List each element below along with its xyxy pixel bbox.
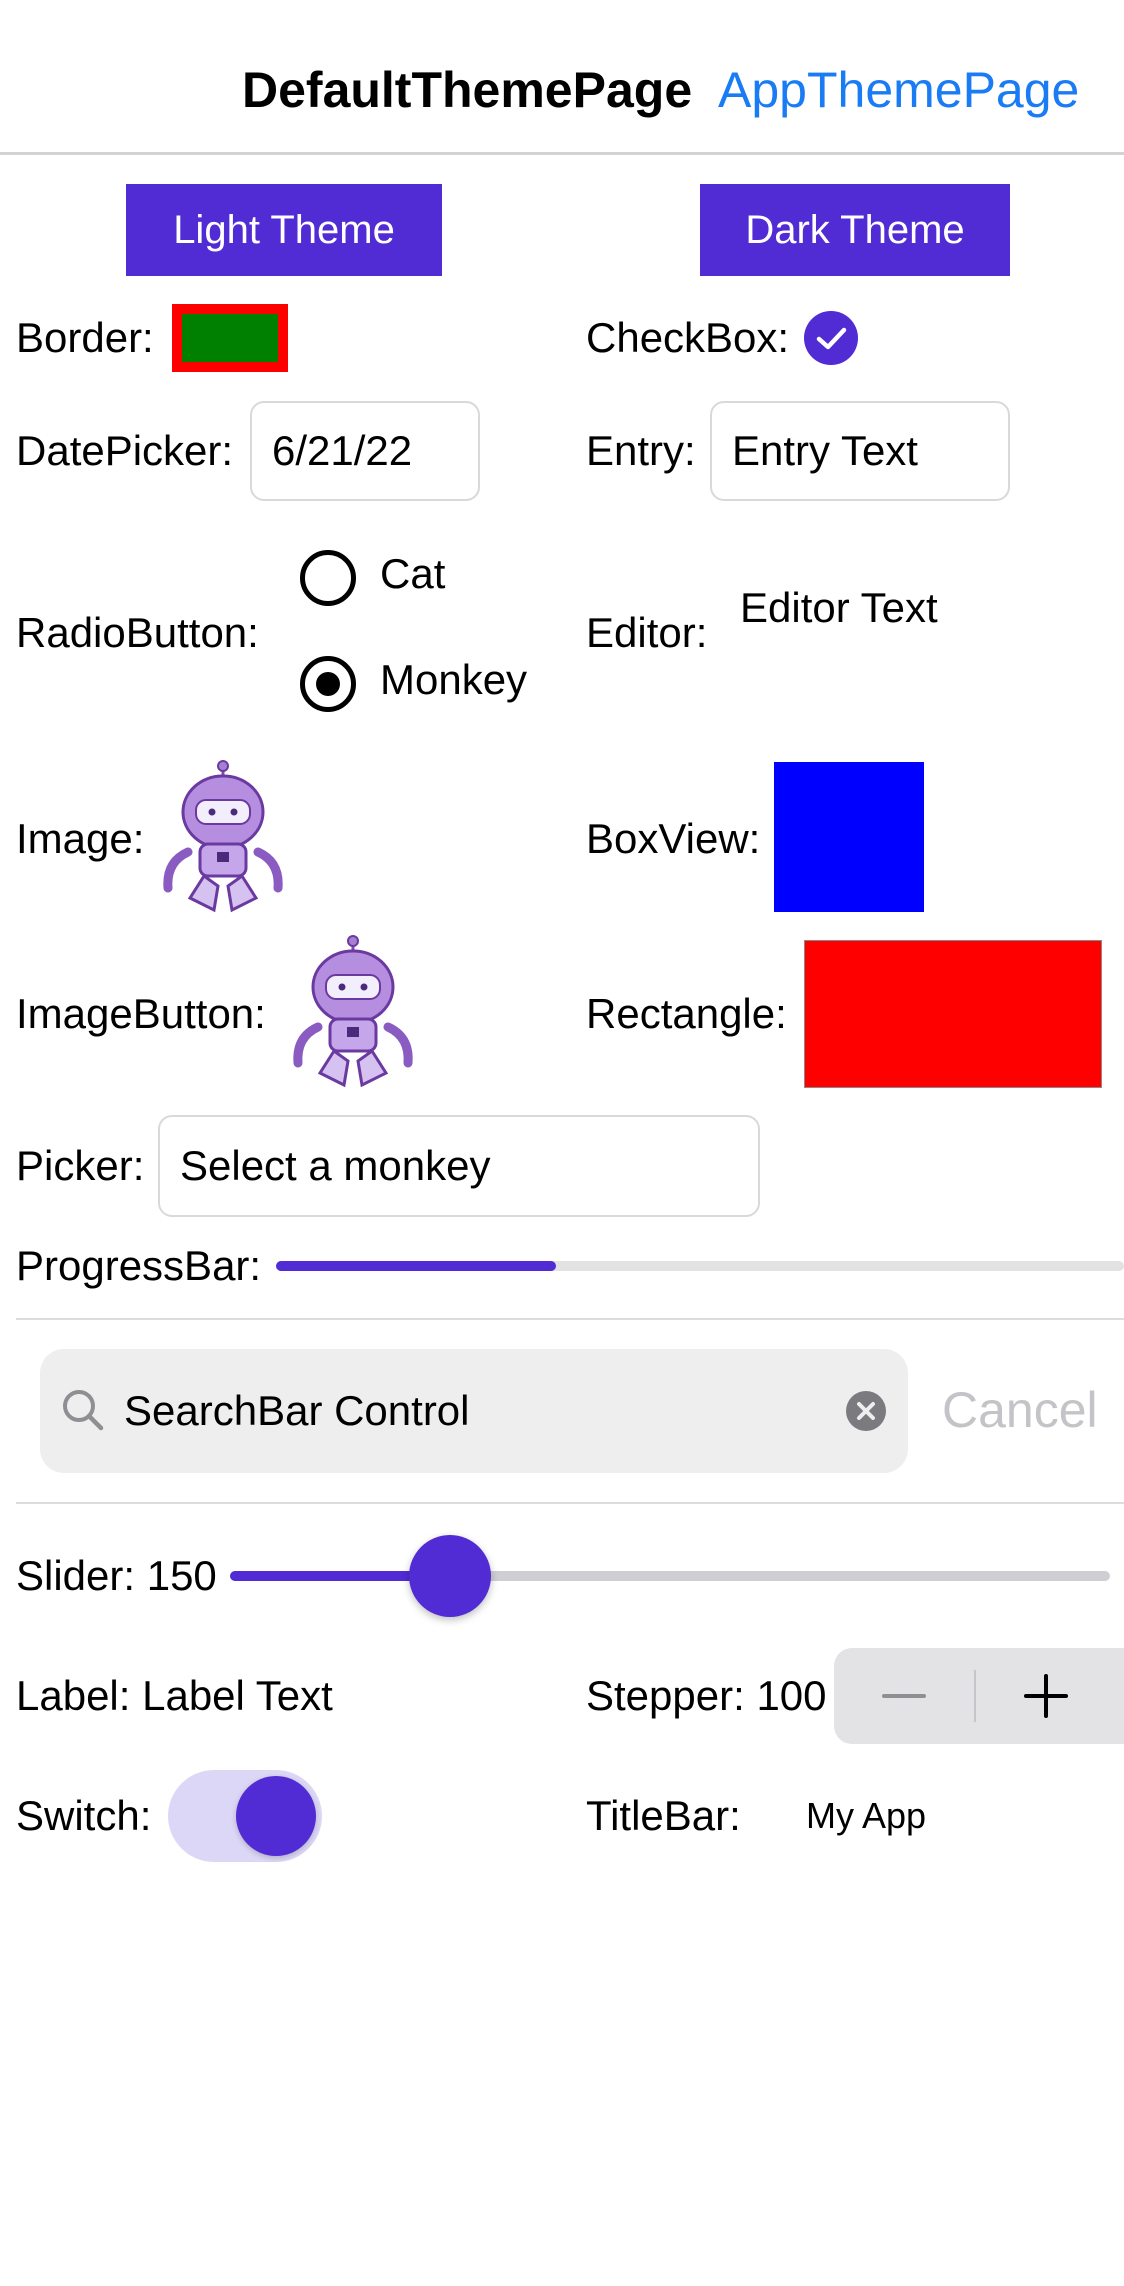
image-label: Image: — [16, 815, 145, 862]
border-label: Border: — [16, 314, 154, 361]
checkbox-label: CheckBox: — [586, 314, 790, 361]
radio-monkey-label[interactable]: Monkey — [380, 655, 527, 705]
search-input[interactable]: SearchBar Control — [124, 1385, 470, 1437]
stepper-label: Stepper: 100 — [586, 1672, 827, 1719]
datepicker-label: DatePicker: — [16, 427, 234, 474]
picker-field[interactable]: Select a monkey — [158, 1115, 760, 1217]
picker-label: Picker: — [16, 1142, 145, 1189]
slider[interactable] — [230, 1535, 1110, 1617]
dotnet-bot-icon[interactable] — [282, 935, 424, 1089]
search-bar[interactable]: SearchBar Control — [40, 1349, 908, 1473]
boxview — [774, 762, 924, 912]
editor-label: Editor: — [586, 609, 708, 656]
dotnet-bot-icon — [163, 760, 283, 913]
border-content — [182, 314, 278, 362]
stepper-decrement-button[interactable] — [834, 1648, 974, 1744]
plus-icon — [1024, 1674, 1068, 1718]
titlebar-label: TitleBar: — [586, 1792, 741, 1839]
slider-label: Slider: 150 — [16, 1552, 217, 1599]
dark-theme-button[interactable]: Dark Theme — [700, 184, 1010, 276]
tab-default-theme-page[interactable]: DefaultThemePage — [242, 60, 692, 120]
label-control: Label: Label Text — [16, 1672, 333, 1719]
entry-label: Entry: — [586, 427, 696, 474]
rectangle-shape — [804, 940, 1102, 1088]
radio-monkey[interactable] — [300, 656, 356, 712]
progress-fill — [276, 1261, 556, 1271]
radio-cat[interactable] — [300, 550, 356, 606]
checkbox[interactable] — [804, 311, 858, 365]
slider-thumb[interactable] — [409, 1535, 491, 1617]
boxview-label: BoxView: — [586, 815, 761, 862]
imagebutton-label: ImageButton: — [16, 990, 266, 1037]
datepicker-field[interactable]: 6/21/22 — [250, 401, 480, 501]
titlebar-title: My App — [806, 1795, 927, 1836]
minus-icon — [882, 1694, 926, 1698]
entry-field[interactable]: Entry Text — [710, 401, 1010, 501]
search-icon — [63, 1390, 104, 1431]
light-theme-button[interactable]: Light Theme — [126, 184, 442, 276]
switch-label: Switch: — [16, 1792, 152, 1839]
divider — [16, 1502, 1124, 1504]
clear-icon[interactable] — [846, 1391, 886, 1431]
stepper[interactable] — [834, 1648, 1124, 1744]
checkmark-icon — [816, 327, 847, 350]
stepper-increment-button[interactable] — [976, 1648, 1116, 1744]
progressbar-label: ProgressBar: — [16, 1242, 262, 1289]
progress-bar — [276, 1261, 1124, 1271]
switch-knob[interactable] — [236, 1776, 316, 1856]
switch-toggle[interactable] — [168, 1770, 322, 1862]
radio-selected-dot — [316, 672, 340, 696]
tab-app-theme-page[interactable]: AppThemePage — [718, 60, 1079, 120]
radiobutton-label: RadioButton: — [16, 609, 259, 656]
divider — [16, 1318, 1124, 1320]
editor-text[interactable]: Editor Text — [740, 583, 938, 633]
rectangle-label: Rectangle: — [586, 990, 787, 1037]
search-cancel-button[interactable]: Cancel — [942, 1380, 1098, 1440]
radio-cat-label[interactable]: Cat — [380, 549, 445, 599]
header-divider — [0, 152, 1124, 155]
